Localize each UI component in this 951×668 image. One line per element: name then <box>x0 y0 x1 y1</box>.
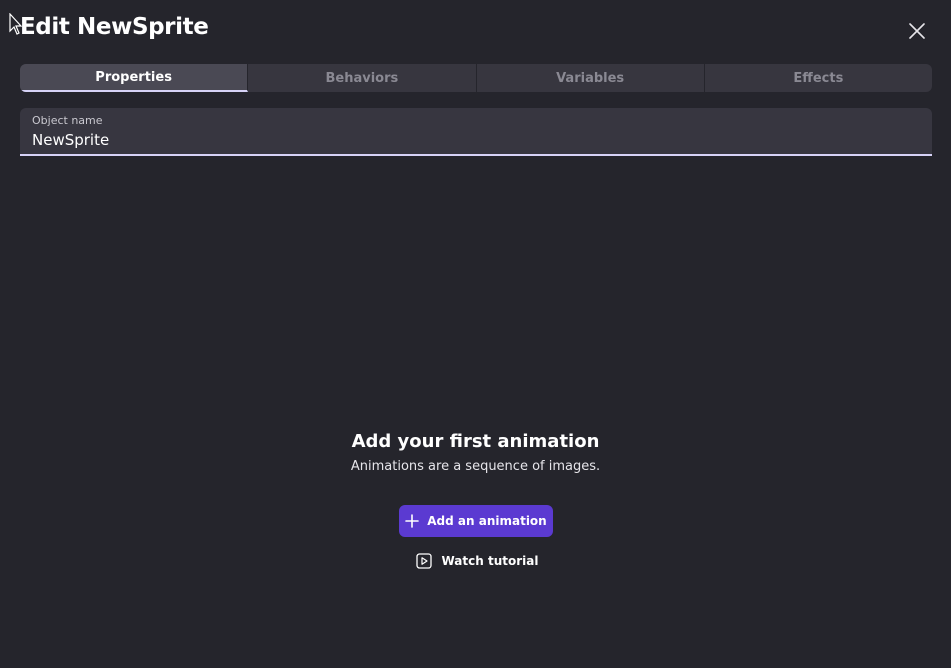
tab-properties[interactable]: Properties <box>20 64 249 92</box>
close-icon <box>909 23 925 39</box>
plus-icon <box>405 514 420 528</box>
watch-tutorial-button[interactable]: Watch tutorial <box>414 548 540 574</box>
watch-tutorial-label: Watch tutorial <box>441 554 539 568</box>
object-name-input[interactable] <box>32 130 912 150</box>
tab-effects[interactable]: Effects <box>705 64 932 92</box>
tab-bar: Properties Behaviors Variables Effects <box>20 64 932 92</box>
play-icon <box>415 553 432 569</box>
empty-state-title: Add your first animation <box>351 431 600 452</box>
empty-state: Add your first animation Animations are … <box>0 430 951 476</box>
add-animation-button[interactable]: Add an animation <box>399 505 553 537</box>
object-name-label: Object name <box>32 114 103 127</box>
tab-behaviors[interactable]: Behaviors <box>248 64 477 92</box>
object-name-field: Object name <box>20 108 932 156</box>
tab-variables[interactable]: Variables <box>477 64 705 92</box>
empty-state-description: Animations are a sequence of images. <box>350 459 601 474</box>
edit-object-dialog: Edit NewSprite Properties Behaviors Vari… <box>0 0 951 668</box>
close-button[interactable] <box>902 16 932 46</box>
dialog-title: Edit NewSprite <box>20 14 209 40</box>
add-animation-label: Add an animation <box>427 514 547 528</box>
